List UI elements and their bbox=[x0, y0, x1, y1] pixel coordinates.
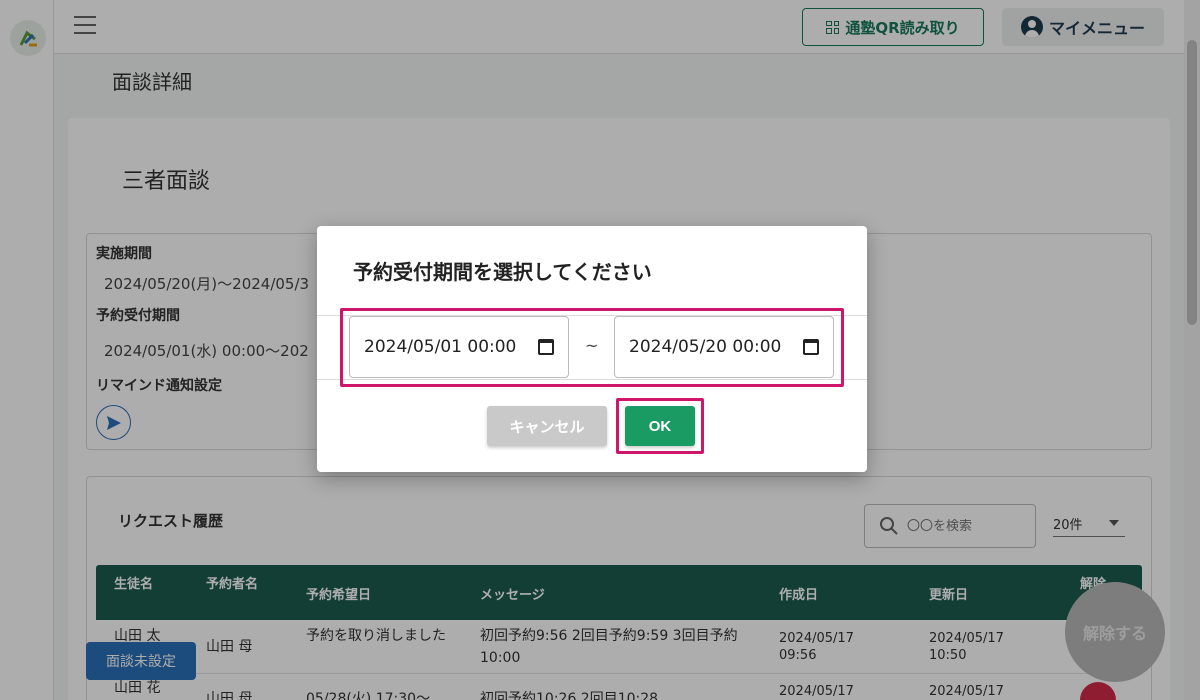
dialog-title: 予約受付期間を選択してください bbox=[353, 260, 652, 284]
ok-button-highlight bbox=[616, 398, 704, 454]
date-fields-highlight bbox=[340, 308, 844, 387]
reservation-period-dialog: 予約受付期間を選択してください 2024/05/01 00:00 ~ 2024/… bbox=[317, 226, 867, 472]
cancel-button[interactable]: キャンセル bbox=[487, 406, 607, 446]
